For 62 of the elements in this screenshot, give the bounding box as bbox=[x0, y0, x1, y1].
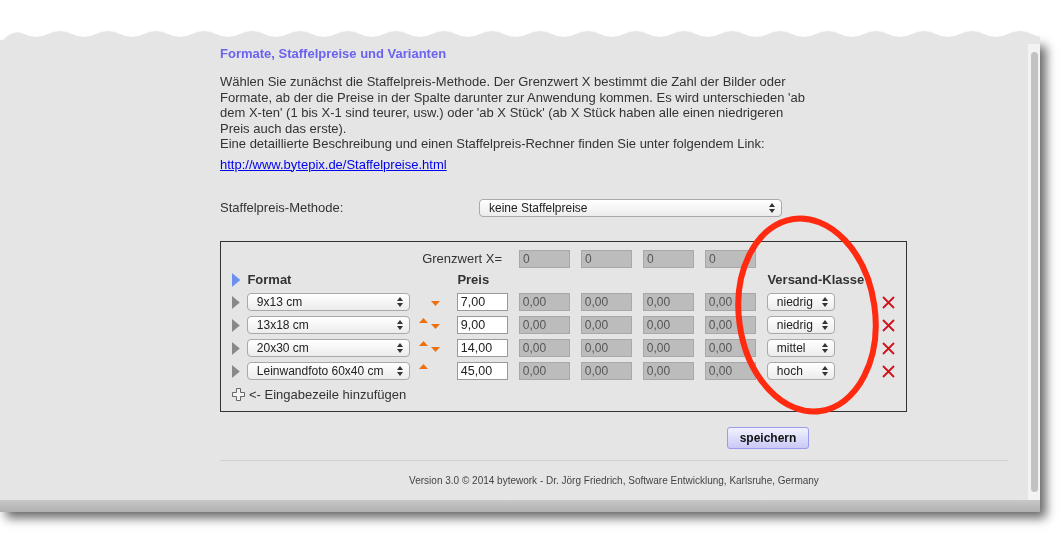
format-select[interactable]: 13x18 cm bbox=[246, 316, 410, 334]
shipping-select[interactable]: niedrig bbox=[766, 316, 835, 334]
tier-price-field[interactable]: 0,00 bbox=[580, 293, 632, 311]
tier-price-field[interactable]: 0,00 bbox=[518, 293, 570, 311]
price-field[interactable]: 7,00 bbox=[456, 293, 508, 311]
row-expand-icon bbox=[232, 364, 240, 378]
down-arrow-icon[interactable] bbox=[430, 324, 440, 329]
tier-price-field[interactable]: 0,00 bbox=[580, 339, 632, 357]
shipping-header: Versand-Klasse bbox=[767, 270, 865, 289]
delete-icon[interactable] bbox=[881, 341, 895, 355]
up-down-icon bbox=[769, 202, 775, 213]
up-down-icon bbox=[396, 343, 403, 353]
tier-price-field[interactable]: 0,00 bbox=[580, 316, 632, 334]
tier-price-field[interactable]: 0,00 bbox=[518, 362, 570, 380]
shipping-select[interactable]: niedrig bbox=[766, 293, 835, 311]
add-icon[interactable] bbox=[232, 388, 245, 401]
up-arrow-icon[interactable] bbox=[418, 341, 428, 346]
price-field[interactable]: 14,00 bbox=[456, 339, 508, 357]
intro-text: Wählen Sie zunächst die Staffelpreis-Methode. Der Grenzwert X bestimmt die Zahl der Bilder oder Formate, ab der die Preise in der Spalte darunter zur Anwendung kommen. Es wird unterschieden 'ab dem X-ten' (1 bis X-1 sind teurer, usw.) oder 'ab X Stück' (ab X Stück haben alle einen niedrigeren Preis auch das erste). bbox=[220, 74, 806, 136]
tier-price-field[interactable]: 0,00 bbox=[518, 316, 570, 334]
row-expand-icon bbox=[232, 318, 240, 332]
price-field[interactable]: 45,00 bbox=[456, 362, 508, 380]
up-arrow-icon[interactable] bbox=[418, 364, 428, 369]
threshold-label: Grenzwert X= bbox=[421, 249, 503, 268]
format-select[interactable]: Leinwandfoto 60x40 cm bbox=[246, 362, 410, 380]
footer-text: Version 3.0 © 2014 bytework - Dr. Jörg Friedrich, Software Entwicklung, Karlsruhe, Germany bbox=[408, 473, 820, 488]
up-down-icon bbox=[821, 343, 828, 353]
expand-icon bbox=[232, 272, 241, 287]
up-down-icon bbox=[396, 366, 403, 376]
staffelpreise-link[interactable]: http://www.bytepix.de/Staffelpreise.html bbox=[220, 156, 447, 172]
tier-price-field[interactable]: 0,00 bbox=[642, 293, 694, 311]
price-field[interactable]: 9,00 bbox=[456, 316, 508, 334]
delete-icon[interactable] bbox=[881, 364, 895, 378]
format-select[interactable]: 20x30 cm bbox=[246, 339, 410, 357]
scrollbar-thumb[interactable] bbox=[1030, 52, 1038, 492]
down-arrow-icon[interactable] bbox=[430, 347, 440, 352]
up-down-icon bbox=[821, 320, 828, 330]
up-down-icon bbox=[821, 297, 828, 307]
tier-price-field[interactable]: 0,00 bbox=[518, 339, 570, 357]
delete-icon[interactable] bbox=[881, 295, 895, 309]
save-button[interactable]: speichern bbox=[727, 426, 809, 449]
tier-price-field[interactable]: 0,00 bbox=[642, 316, 694, 334]
price-header: Preis bbox=[457, 270, 491, 289]
tier-price-field[interactable]: 0,00 bbox=[580, 362, 632, 380]
row-expand-icon bbox=[232, 295, 240, 309]
format-header: Format bbox=[247, 270, 293, 289]
tier-price-field[interactable]: 0,00 bbox=[642, 362, 694, 380]
method-label: Staffelpreis-Methode: bbox=[220, 198, 345, 217]
add-row-link[interactable]: <- Eingabezeile hinzufügen bbox=[249, 384, 407, 405]
tier-price-field[interactable]: 0,00 bbox=[642, 339, 694, 357]
up-down-icon bbox=[396, 320, 403, 330]
up-down-icon bbox=[821, 366, 828, 376]
up-down-icon bbox=[396, 297, 403, 307]
delete-icon[interactable] bbox=[881, 318, 895, 332]
shipping-select[interactable]: hoch bbox=[766, 362, 835, 380]
section-title: Formate, Staffelpreise und Varianten bbox=[220, 46, 448, 62]
format-select[interactable]: 9x13 cm bbox=[246, 293, 410, 311]
shipping-select[interactable]: mittel bbox=[766, 339, 835, 357]
link-intro-text: Eine detaillierte Beschreibung und einen Staffelpreis-Rechner finden Sie unter folgendem Link: bbox=[220, 136, 766, 152]
up-arrow-icon[interactable] bbox=[418, 318, 428, 323]
down-arrow-icon[interactable] bbox=[430, 301, 440, 306]
row-expand-icon bbox=[232, 341, 240, 355]
